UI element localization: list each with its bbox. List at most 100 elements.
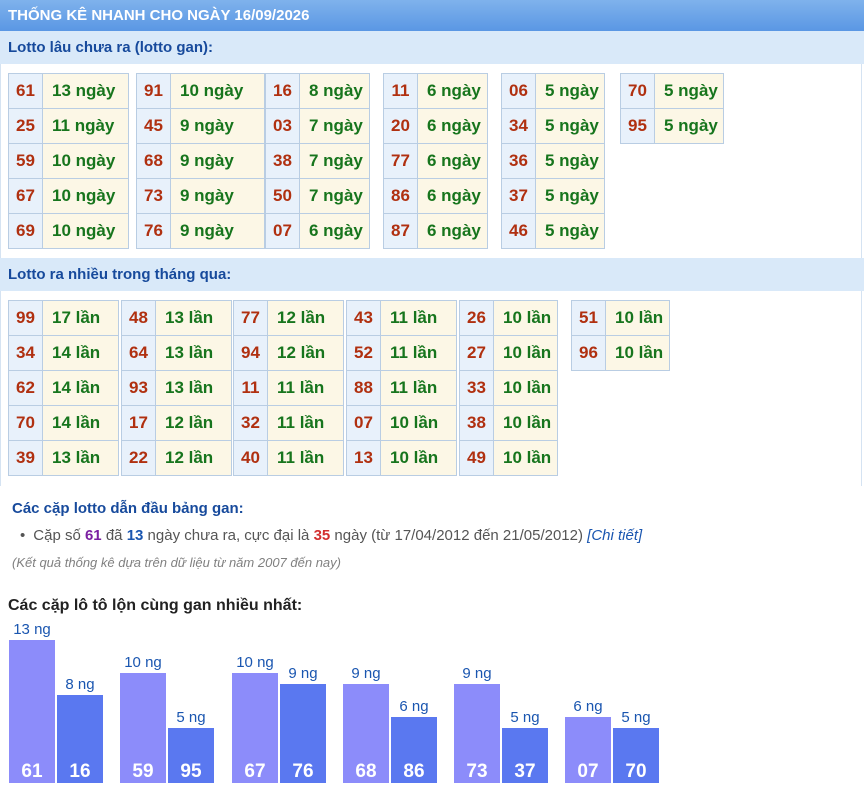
table-row: 13 10 lần [346,440,457,476]
table-row: 26 10 lần [459,300,558,336]
detail-link[interactable]: [Chi tiết] [587,527,642,544]
table-row: 46 5 ngày [501,213,605,249]
lotto-count: 9 ngày [170,143,265,179]
lotto-count: 6 ngày [417,73,488,109]
lotto-number: 07 [265,213,300,249]
pair-line: • Cặp số 61 đã 13 ngày chưa ra, cực đại l… [20,527,642,544]
lotto-count: 10 lần [605,300,670,336]
lotto-number: 34 [501,108,536,144]
lotto-number: 51 [571,300,606,336]
gan-table-3: 16 8 ngày 03 7 ngày 38 7 ngày 50 7 ngày 07 6 ngày [265,73,370,249]
table-row: 38 10 lần [459,405,558,441]
table-row: 96 10 lần [571,335,670,371]
lotto-number: 61 [8,73,43,109]
table-row: 77 12 lần [233,300,344,336]
lotto-count: 10 lần [493,370,558,406]
lotto-number: 96 [571,335,606,371]
pair-max: 35 [313,527,331,544]
lotto-count: 14 lần [42,370,119,406]
gan-table-1: 61 13 ngày 25 11 ngày 59 10 ngày 67 10 ngày 69 10… [8,73,129,249]
lotto-number: 87 [383,213,418,249]
lotto-count: 10 lần [493,405,558,441]
table-row: 34 14 lần [8,335,119,371]
lotto-count: 7 ngày [299,143,370,179]
lotto-number: 43 [346,300,381,336]
bar-category-label: 70 [625,761,646,782]
lotto-number: 45 [136,108,171,144]
frequent-tables: 99 17 lần 34 14 lần 62 14 lần 70 14 lần 39 13 lần… [0,291,862,486]
table-row: 52 11 lần [346,335,457,371]
lotto-count: 11 lần [380,335,457,371]
table-row: 37 5 ngày [501,178,605,214]
bar-value-label: 9 ng [351,665,380,682]
table-row: 77 6 ngày [383,143,488,179]
lotto-count: 12 lần [267,335,344,371]
bar-value-label: 6 ng [399,698,428,715]
bar-category-label: 59 [132,761,153,782]
lotto-number: 36 [501,143,536,179]
table-row: 95 5 ngày [620,108,724,144]
lotto-number: 11 [383,73,418,109]
lotto-number: 49 [459,440,494,476]
lotto-count: 12 lần [155,440,232,476]
table-row: 27 10 lần [459,335,558,371]
gan-table-6: 70 5 ngày 95 5 ngày [620,73,724,144]
bar-category-label: 07 [577,761,598,782]
pair-prefix: Cặp số [33,527,81,544]
lotto-number: 38 [265,143,300,179]
lotto-count: 10 lần [605,335,670,371]
lotto-count: 6 ngày [417,213,488,249]
table-row: 99 17 lần [8,300,119,336]
table-row: 06 5 ngày [501,73,605,109]
table-row: 50 7 ngày [265,178,370,214]
lotto-number: 03 [265,108,300,144]
table-row: 91 10 ngày [136,73,265,109]
lotto-count: 10 lần [493,300,558,336]
table-row: 51 10 lần [571,300,670,336]
lotto-count: 6 ngày [417,178,488,214]
lotto-count: 5 ngày [535,108,605,144]
lotto-count: 12 lần [155,405,232,441]
table-row: 39 13 lần [8,440,119,476]
frequent-table-1: 99 17 lần 34 14 lần 62 14 lần 70 14 lần 39 13 lần [8,300,119,476]
table-row: 43 11 lần [346,300,457,336]
bar-section-title: Các cặp lô tô lộn cùng gan nhiều nhất: [8,597,303,614]
bar-value-label: 9 ng [462,665,491,682]
lotto-number: 95 [620,108,655,144]
lotto-count: 14 lần [42,405,119,441]
gan-section-title-text: Lotto lâu chưa ra (lotto gan): [8,39,214,56]
frequent-section-title-text: Lotto ra nhiều trong tháng qua: [8,266,232,283]
lotto-number: 27 [459,335,494,371]
lotto-count: 5 ngày [654,108,724,144]
page-header: THỐNG KÊ NHANH CHO NGÀY 16/09/2026 [0,0,864,31]
bar-category-label: 61 [21,761,43,782]
lotto-number: 52 [346,335,381,371]
lotto-number: 88 [346,370,381,406]
lotto-count: 13 lần [155,300,232,336]
lotto-count: 11 lần [380,370,457,406]
lotto-count: 10 ngày [42,213,129,249]
bar-category-label: 16 [69,761,90,782]
table-row: 32 11 lần [233,405,344,441]
lotto-count: 14 lần [42,335,119,371]
gan-table-4: 11 6 ngày 20 6 ngày 77 6 ngày 86 6 ngày 87 6 ngày [383,73,488,249]
pair-section-title: Các cặp lotto dẫn đầu bảng gan: [12,500,244,517]
lotto-count: 12 lần [267,300,344,336]
lotto-number: 34 [8,335,43,371]
table-row: 64 13 lần [121,335,232,371]
lotto-number: 50 [265,178,300,214]
table-row: 11 6 ngày [383,73,488,109]
table-row: 33 10 lần [459,370,558,406]
lotto-number: 77 [233,300,268,336]
lotto-count: 9 ngày [170,108,265,144]
table-row: 17 12 lần [121,405,232,441]
lotto-count: 9 ngày [170,213,265,249]
lotto-number: 69 [8,213,43,249]
table-row: 20 6 ngày [383,108,488,144]
lotto-count: 8 ngày [299,73,370,109]
lotto-number: 68 [136,143,171,179]
lotto-number: 13 [346,440,381,476]
frequent-table-5: 26 10 lần 27 10 lần 33 10 lần 38 10 lần 49 10 lần [459,300,558,476]
table-row: 61 13 ngày [8,73,129,109]
table-row: 36 5 ngày [501,143,605,179]
